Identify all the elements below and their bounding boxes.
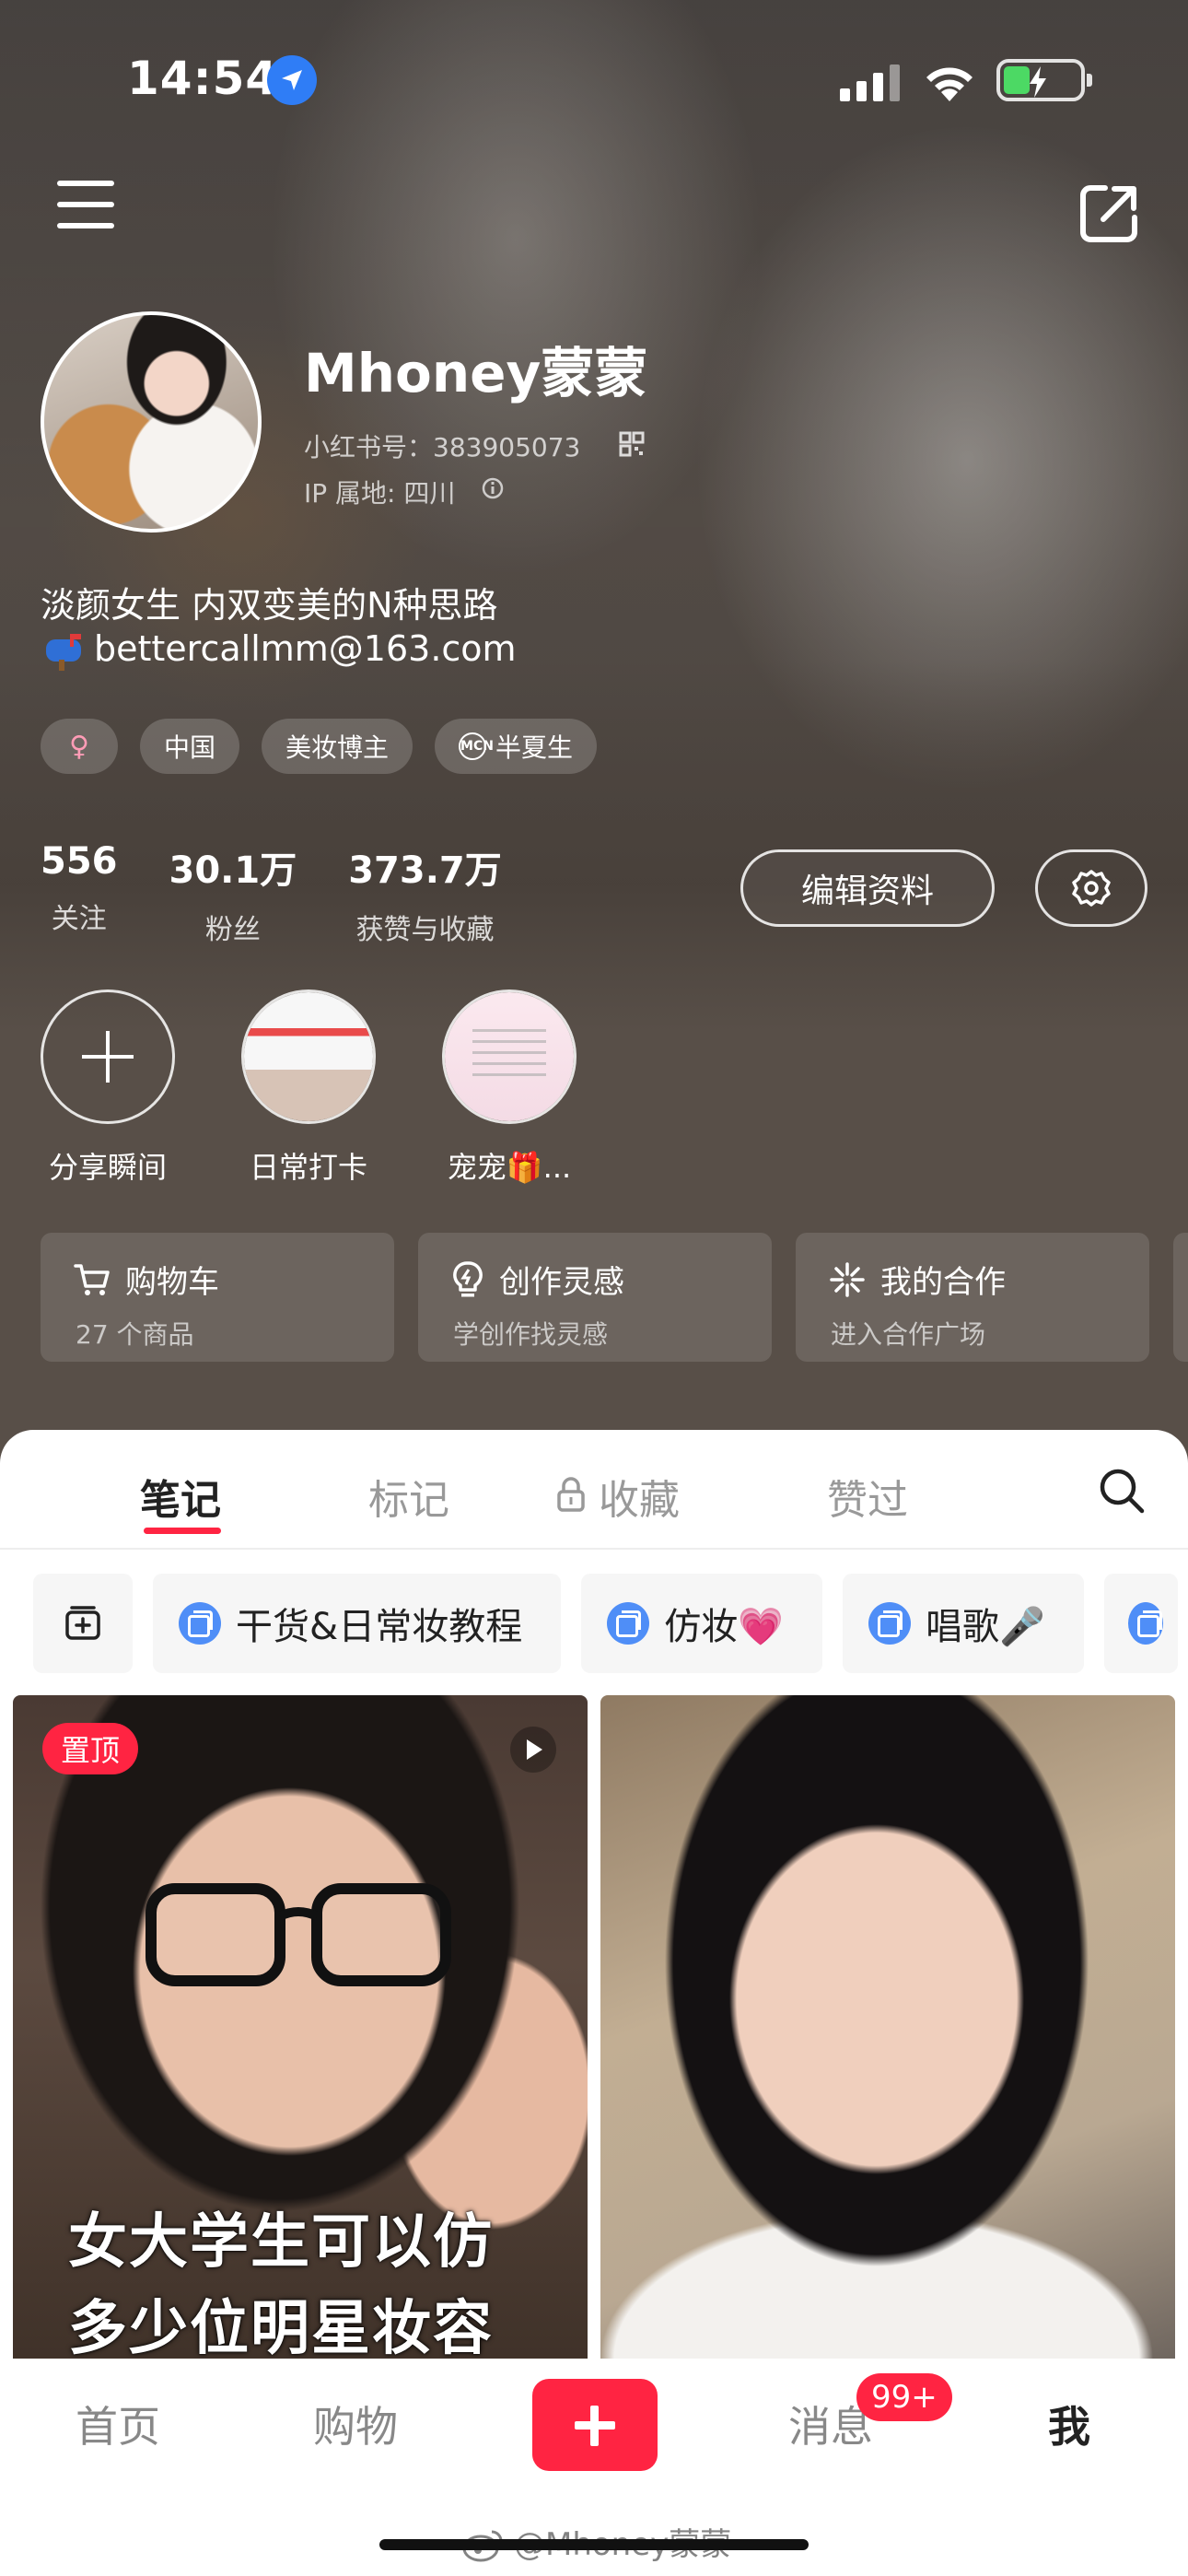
stat-followers-value: 30.1万 [169,849,297,892]
info-icon[interactable] [481,476,505,500]
highlight-label: 宠宠🎁... [447,1150,572,1185]
card-inspiration[interactable]: 创作灵感 学创作找灵感 [418,1233,772,1362]
collection-icon [868,1602,912,1645]
tag-mcn[interactable]: MCN 半夏生 [435,719,598,774]
gear-icon [1072,870,1111,907]
post-caption-line-1: 女大学生可以仿 [68,2208,494,2277]
stat-following-value: 556 [41,840,118,883]
collection-label: 干货&日常妆教程 [236,1606,523,1648]
highlight-label: 分享瞬间 [48,1150,167,1185]
post-card[interactable] [600,1695,1175,2359]
highlight-daily[interactable]: 日常打卡 [241,989,376,1187]
profile-tags: ♀ 中国 美妆博主 MCN 半夏生 [41,719,598,774]
bio-line-1: 淡颜女生 内双变美的N种思路 [41,585,498,626]
avatar[interactable] [41,311,262,533]
card-title: 购物车 [125,1264,219,1301]
status-time: 14:54 [127,52,279,105]
stat-following[interactable]: 556 关注 [41,840,118,947]
share-icon[interactable] [1077,181,1142,245]
tab-liked[interactable]: 赞过 [827,1467,908,1526]
tabbar-home[interactable]: 首页 [76,2394,160,2454]
pinned-badge: 置顶 [42,1723,139,1774]
collection-label: 仿妆💗 [664,1606,785,1648]
cellular-signal-icon [840,64,900,101]
redbook-id: 小红书号：383905073 [304,432,581,463]
status-bar: 14:54 [0,0,1188,157]
ip-location: IP 属地: 四川 [304,478,456,509]
highlight-add-circle [41,989,175,1124]
collection-icon [1127,1602,1163,1645]
collection-chip[interactable]: 仿妆💗 [581,1574,823,1673]
tag-category[interactable]: 美妆博主 [262,719,413,774]
card-subtitle: 进入合作广场 [831,1319,986,1350]
tag-mcn-label: 半夏生 [495,732,574,763]
highlight-thumb [442,989,577,1124]
stat-likes-value: 373.7万 [348,849,502,892]
add-collection-button[interactable] [33,1574,133,1673]
content-tabs: 笔记 标记 收藏 赞过 [0,1430,1188,1550]
add-collection-icon [65,1606,100,1640]
highlights-row: 分享瞬间 日常打卡 宠宠🎁... [41,989,643,1187]
profile-header: 14:54 Mhoney蒙蒙 小红书号：383905073 IP 属地: 四川 … [0,0,1188,1474]
card-subtitle: 学创作找灵感 [453,1319,609,1350]
tab-marked[interactable]: 标记 [368,1467,449,1526]
stat-likes[interactable]: 373.7万 获赞与收藏 [348,840,502,947]
gender-tag: ♀ [41,719,118,774]
cart-icon [74,1263,110,1295]
lightbulb-icon [453,1260,483,1296]
card-shopping-cart[interactable]: 购物车 27 个商品 [41,1233,394,1362]
bio-email: bettercallmm@163.com [41,628,517,669]
battery-icon [996,59,1092,101]
mcn-icon: MCN [459,732,494,760]
highlight-pets[interactable]: 宠宠🎁... [442,989,577,1187]
post-caption-line-2: 多少位明星妆容 [68,2295,494,2359]
message-badge: 99+ [856,2373,952,2421]
card-cooperation[interactable]: 我的合作 进入合作广场 [796,1233,1149,1362]
post-image-glasses [146,1883,451,1986]
qr-code-icon[interactable] [619,431,645,457]
post-card[interactable]: 置顶 女大学生可以仿 多少位明星妆容 [13,1695,588,2359]
tabbar-shop[interactable]: 购物 [313,2394,398,2454]
settings-button[interactable] [1035,849,1147,927]
search-icon[interactable] [1098,1467,1146,1515]
home-indicator[interactable] [379,2539,809,2550]
video-play-icon [510,1727,556,1773]
collection-label: 唱歌🎤 [926,1606,1045,1648]
card-more[interactable] [1173,1233,1188,1362]
create-post-button[interactable] [532,2379,658,2471]
highlight-thumb [241,989,376,1124]
location-arrow-icon [267,55,317,105]
collection-chip[interactable]: 干货&日常妆教程 [153,1574,562,1673]
card-title: 我的合作 [880,1264,1006,1301]
tag-country: 中国 [140,719,240,774]
wifi-icon [926,67,973,101]
menu-icon[interactable] [55,181,129,245]
tabbar-me[interactable]: 我 [1048,2394,1090,2454]
feature-cards: 购物车 27 个商品 创作灵感 学创作找灵感 我的合作 进入合作广场 [41,1233,1188,1362]
lock-icon [557,1477,585,1512]
plus-icon [82,1031,134,1083]
highlight-share-moment[interactable]: 分享瞬间 [41,989,175,1187]
stat-following-label: 关注 [51,903,107,935]
active-tab-indicator [144,1528,221,1534]
stat-likes-label: 获赞与收藏 [355,914,495,946]
sparkle-icon [830,1261,865,1297]
collection-chip[interactable]: 唱歌🎤 [843,1574,1084,1673]
stat-followers-label: 粉丝 [204,914,261,946]
tab-favorites[interactable]: 收藏 [599,1467,680,1526]
collection-icon [179,1602,221,1645]
collection-chip-peek[interactable] [1103,1574,1178,1673]
stats-row: 556 关注 30.1万 粉丝 373.7万 获赞与收藏 [41,840,553,947]
collection-chips: 干货&日常妆教程 仿妆💗 唱歌🎤 [33,1574,1178,1673]
stat-followers[interactable]: 30.1万 粉丝 [169,840,297,947]
card-subtitle: 27 个商品 [76,1319,194,1350]
profile-name: Mhoney蒙蒙 [304,342,648,404]
collection-icon [607,1602,650,1645]
card-title: 创作灵感 [499,1264,624,1301]
highlight-label: 日常打卡 [249,1150,367,1185]
bio-email-text: bettercallmm@163.com [94,628,517,669]
tab-notes[interactable]: 笔记 [140,1467,221,1526]
edit-profile-button[interactable]: 编辑资料 [740,849,995,927]
